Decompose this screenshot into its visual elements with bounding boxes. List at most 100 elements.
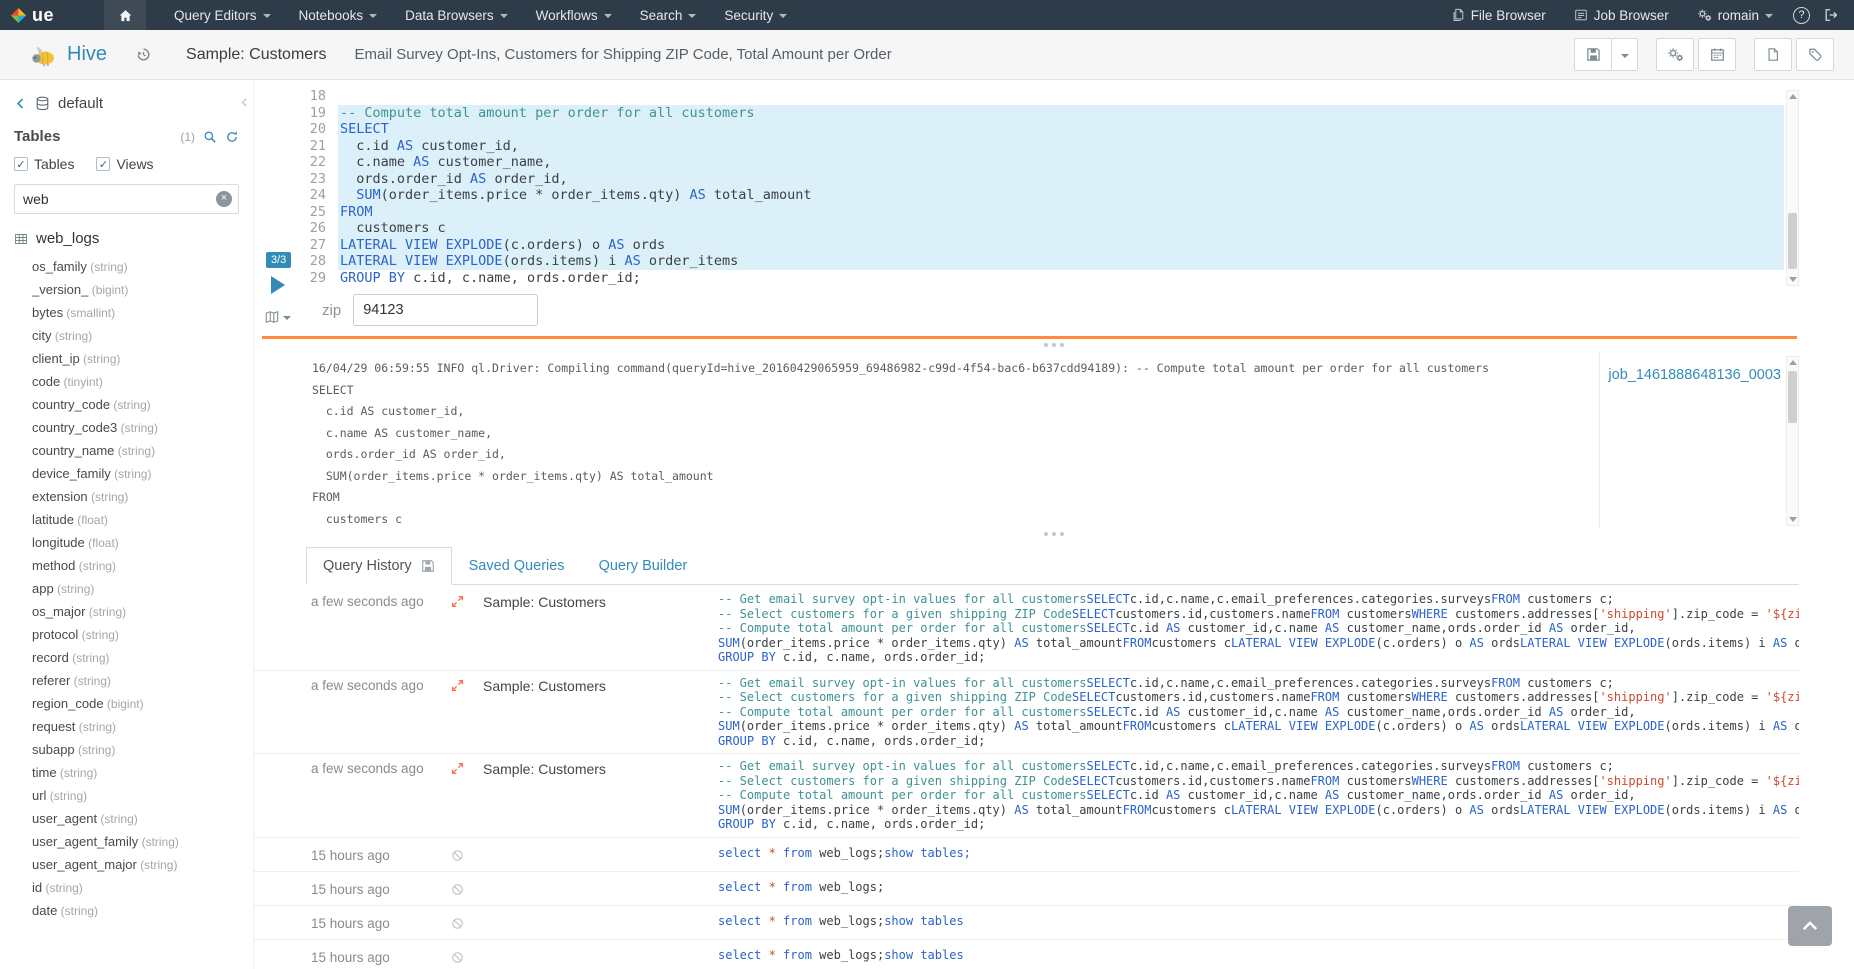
variable-input[interactable] xyxy=(353,294,538,326)
sql-token: (ords.items) i xyxy=(1665,719,1773,733)
column-item[interactable]: user_agent_family (string) xyxy=(14,830,239,853)
column-item[interactable]: subapp (string) xyxy=(14,738,239,761)
hue-logo[interactable]: ue xyxy=(0,5,66,26)
menu-workflows[interactable]: Workflows xyxy=(522,0,626,30)
home-button[interactable] xyxy=(104,0,146,30)
clear-search-icon[interactable] xyxy=(216,191,232,207)
tab-query-history[interactable]: Query History xyxy=(306,547,452,585)
filter-tables[interactable]: Tables xyxy=(14,156,74,172)
sql-token: ords xyxy=(1484,636,1520,650)
column-item[interactable]: region_code (bigint) xyxy=(14,692,239,715)
column-item[interactable]: app (string) xyxy=(14,577,239,600)
column-item[interactable]: city (string) xyxy=(14,324,239,347)
menu-notebooks[interactable]: Notebooks xyxy=(285,0,392,30)
resize-handle-top[interactable] xyxy=(1040,341,1068,349)
sql-token: '${zip}' xyxy=(1766,690,1799,704)
column-item[interactable]: _version_ (bigint) xyxy=(14,278,239,301)
settings-button[interactable] xyxy=(1656,38,1694,71)
tags-button[interactable] xyxy=(1796,38,1834,71)
sql-token: ords xyxy=(1484,803,1520,817)
column-item[interactable]: extension (string) xyxy=(14,485,239,508)
column-item[interactable]: referer (string) xyxy=(14,669,239,692)
editor-scrollbar[interactable] xyxy=(1786,90,1799,286)
column-item[interactable]: method (string) xyxy=(14,554,239,577)
database-name[interactable]: default xyxy=(58,95,103,112)
column-item[interactable]: record (string) xyxy=(14,646,239,669)
editor-lines: 18 19-- Compute total amount per order f… xyxy=(254,88,1784,286)
schedule-button[interactable] xyxy=(1698,38,1736,71)
search-icon[interactable] xyxy=(203,130,217,144)
save-dropdown-button[interactable] xyxy=(1612,38,1638,71)
menu-query-editors[interactable]: Query Editors xyxy=(160,0,285,30)
column-name: referer xyxy=(32,673,70,688)
menu-security[interactable]: Security xyxy=(710,0,801,30)
help-icon[interactable]: ? xyxy=(1793,7,1810,24)
column-item[interactable]: user_agent_major (string) xyxy=(14,853,239,876)
tab-query-builder[interactable]: Query Builder xyxy=(582,547,705,585)
column-item[interactable]: os_major (string) xyxy=(14,600,239,623)
history-row[interactable]: a few seconds agoSample: Customers-- Get… xyxy=(254,587,1799,671)
navbar-job-browser[interactable]: Job Browser xyxy=(1560,0,1683,30)
sql-token: order_id, xyxy=(1563,621,1635,635)
sql-token: LATERAL VIEW EXPLODE xyxy=(1520,803,1665,817)
column-item[interactable]: protocol (string) xyxy=(14,623,239,646)
checkbox-checked[interactable] xyxy=(96,157,110,171)
column-item[interactable]: country_code3 (string) xyxy=(14,416,239,439)
execution-progress-bar xyxy=(262,336,1797,339)
filter-views[interactable]: Views xyxy=(96,156,153,172)
query-history-icon[interactable] xyxy=(135,46,152,63)
history-row[interactable]: 15 hours agoselect * from web_logs;show … xyxy=(254,838,1799,872)
menu-data-browsers[interactable]: Data Browsers xyxy=(391,0,522,30)
assist-toggle-button[interactable] xyxy=(264,310,291,324)
history-row[interactable]: 15 hours agoselect * from web_logs;show … xyxy=(254,940,1799,969)
back-icon[interactable] xyxy=(14,97,27,110)
code-editor[interactable]: 18 19-- Compute total amount per order f… xyxy=(254,88,1784,286)
column-item[interactable]: time (string) xyxy=(14,761,239,784)
navbar-file-browser[interactable]: File Browser xyxy=(1437,0,1560,30)
app-name[interactable]: Hive xyxy=(67,43,107,66)
execute-button[interactable] xyxy=(271,276,285,294)
calendar-icon xyxy=(1710,47,1725,62)
column-item[interactable]: date (string) xyxy=(14,899,239,922)
table-item-web-logs[interactable]: web_logs xyxy=(14,230,239,247)
sql-token: ords.order_id xyxy=(340,171,470,187)
column-item[interactable]: request (string) xyxy=(14,715,239,738)
resize-handle-bottom[interactable] xyxy=(1040,530,1068,538)
column-item[interactable]: id (string) xyxy=(14,876,239,899)
sql-token: customers c xyxy=(1152,803,1231,817)
column-item[interactable]: os_family (string) xyxy=(14,255,239,278)
column-item[interactable]: client_ip (string) xyxy=(14,347,239,370)
log-scrollbar[interactable] xyxy=(1786,356,1799,526)
table-search-input[interactable] xyxy=(14,184,239,214)
hive-logo[interactable] xyxy=(28,42,58,68)
history-row[interactable]: a few seconds agoSample: Customers-- Get… xyxy=(254,754,1799,838)
column-item[interactable]: longitude (float) xyxy=(14,531,239,554)
column-item[interactable]: device_family (string) xyxy=(14,462,239,485)
checkbox-checked[interactable] xyxy=(14,157,28,171)
history-row[interactable]: 15 hours agoselect * from web_logs;show … xyxy=(254,906,1799,940)
menu-search[interactable]: Search xyxy=(626,0,711,30)
job-link[interactable]: job_1461888648136_0003 xyxy=(1608,367,1781,383)
history-row[interactable]: 15 hours agoselect * from web_logs; xyxy=(254,872,1799,906)
column-item[interactable]: country_name (string) xyxy=(14,439,239,462)
editor-area: 3/3 18 19-- Compute total amount per ord… xyxy=(254,80,1854,969)
column-item[interactable]: user_agent (string) xyxy=(14,807,239,830)
sql-token: customer_id,c.name xyxy=(1180,788,1325,802)
column-item[interactable]: code (tinyint) xyxy=(14,370,239,393)
line-code xyxy=(338,88,1784,105)
history-row[interactable]: a few seconds agoSample: Customers-- Get… xyxy=(254,671,1799,755)
refresh-icon[interactable] xyxy=(225,130,239,144)
column-item[interactable]: country_code (string) xyxy=(14,393,239,416)
sign-out-icon[interactable] xyxy=(1824,8,1838,22)
navbar-romain[interactable]: romain xyxy=(1683,0,1787,30)
tab-saved-queries[interactable]: Saved Queries xyxy=(452,547,582,585)
column-item[interactable]: latitude (float) xyxy=(14,508,239,531)
scroll-to-top-button[interactable] xyxy=(1788,906,1832,946)
editor-line: 20SELECT xyxy=(254,121,1784,138)
save-button[interactable] xyxy=(1574,38,1612,71)
caret-down-icon xyxy=(1765,14,1773,18)
column-item[interactable]: bytes (smallint) xyxy=(14,301,239,324)
new-document-button[interactable] xyxy=(1754,38,1792,71)
collapse-assist-icon[interactable] xyxy=(239,97,250,108)
column-item[interactable]: url (string) xyxy=(14,784,239,807)
